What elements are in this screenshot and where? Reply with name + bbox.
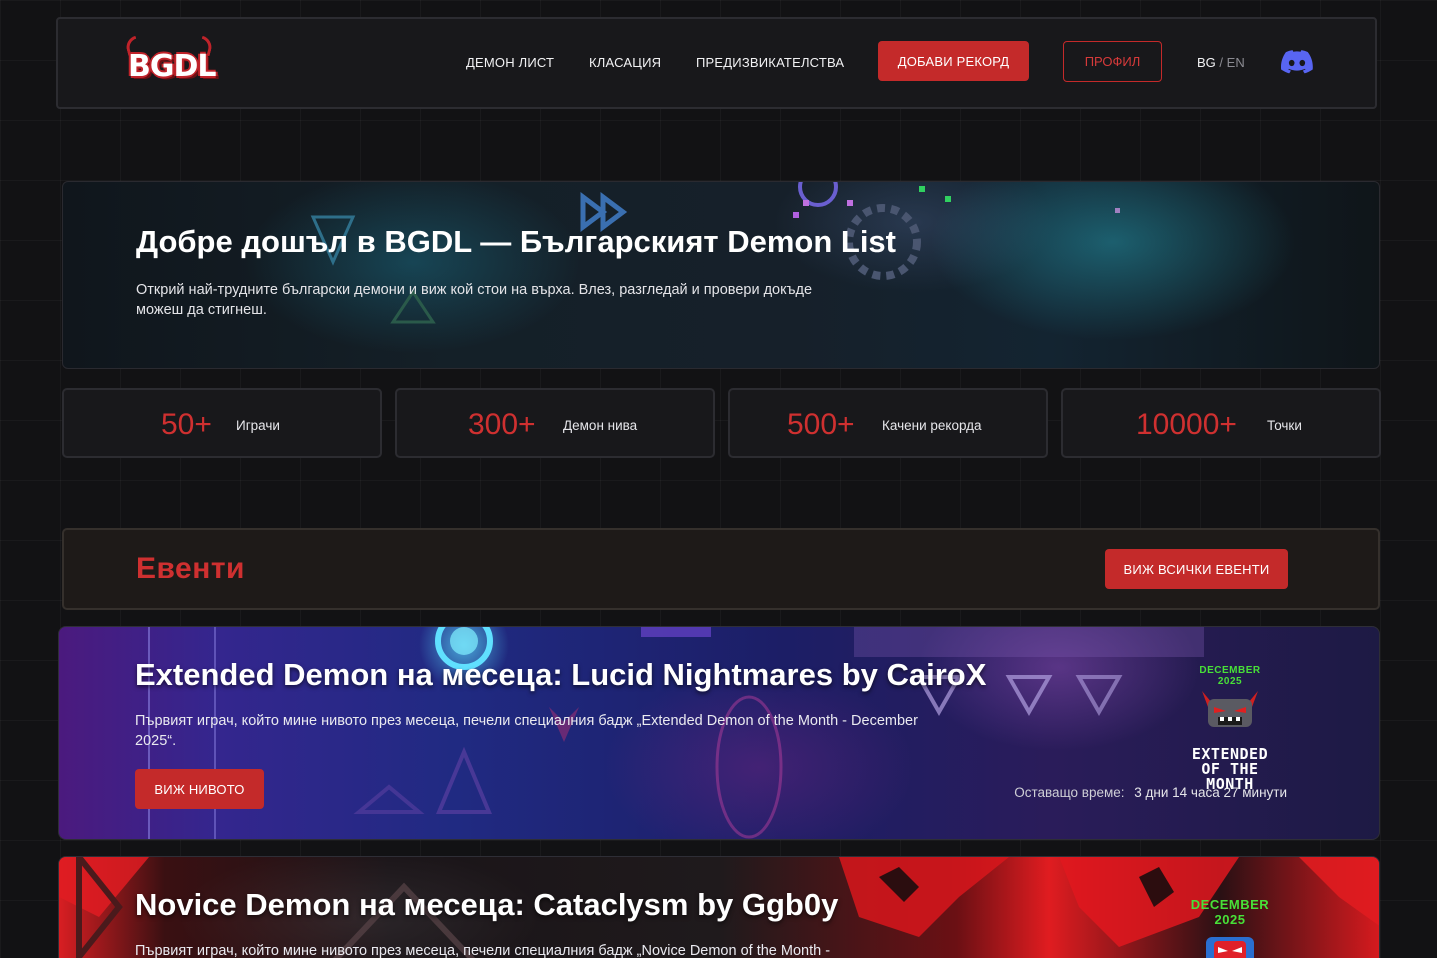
stat-label: Качени рекорда xyxy=(882,418,982,433)
stat-card-demon-levels: 300+ Демон нива xyxy=(395,388,715,458)
extended-demon-badge: DECEMBER 2025 EXTENDED OF THE MONTH xyxy=(1174,665,1286,792)
events-header: Евенти ВИЖ ВСИЧКИ ЕВЕНТИ xyxy=(62,528,1380,610)
nav-link-challenges[interactable]: ПРЕДИЗВИКАТЕЛСТВА xyxy=(696,55,844,70)
stat-label: Играчи xyxy=(236,418,280,433)
bgdl-logo[interactable]: BGDL xyxy=(123,35,218,89)
demon-face-icon xyxy=(1198,689,1262,745)
event-title: Extended Demon на месеца: Lucid Nightmar… xyxy=(135,657,987,692)
hero-title: Добре дошъл в BGDL — Българският Demon L… xyxy=(136,224,896,259)
hero-background-art xyxy=(310,182,1120,324)
profile-button[interactable]: ПРОФИЛ xyxy=(1063,41,1162,82)
stat-value: 500+ xyxy=(787,408,855,441)
stat-label: Демон нива xyxy=(563,418,638,433)
view-level-button[interactable]: ВИЖ НИВОТО xyxy=(135,769,264,809)
remaining-time-value: 3 дни 14 часа 27 минути xyxy=(1134,785,1287,800)
remaining-time-label: Оставащо време: xyxy=(1014,785,1125,800)
lang-separator: / xyxy=(1219,55,1224,70)
stat-card-players: 50+ Играчи xyxy=(62,388,382,458)
events-title: Евенти xyxy=(136,552,245,585)
stat-card-records: 500+ Качени рекорда xyxy=(728,388,1048,458)
lang-en-option[interactable]: EN xyxy=(1227,55,1245,70)
nav-link-ranking[interactable]: КЛАСАЦИЯ xyxy=(589,55,661,70)
badge-month: DECEMBER 2025 xyxy=(1199,665,1261,687)
view-all-events-button[interactable]: ВИЖ ВСИЧКИ ЕВЕНТИ xyxy=(1105,549,1288,589)
demon-face-icon xyxy=(1198,929,1262,958)
novice-demon-badge: DECEMBER 2025 xyxy=(1174,897,1286,958)
remaining-time: Оставащо време: 3 дни 14 часа 27 минути xyxy=(1014,785,1287,800)
hero-subtitle: Открий най-трудните български демони и в… xyxy=(136,282,813,318)
event-title: Novice Demon на месеца: Cataclysm by Ggb… xyxy=(135,887,839,922)
nav-link-demon-list[interactable]: ДЕМОН ЛИСТ xyxy=(466,55,554,70)
event-description: Първият играч, който мине нивото през ме… xyxy=(135,943,831,958)
stat-value: 300+ xyxy=(468,408,536,441)
event-card-extended-demon: Extended Demon на месеца: Lucid Nightmar… xyxy=(58,626,1380,840)
hero-banner: Добре дошъл в BGDL — Българският Demon L… xyxy=(62,181,1380,369)
badge-month: DECEMBER 2025 xyxy=(1190,897,1270,927)
stat-label: Точки xyxy=(1267,418,1302,433)
event-card-novice-demon: Novice Demon на месеца: Cataclysm by Ggb… xyxy=(58,856,1380,958)
add-record-button[interactable]: ДОБАВИ РЕКОРД xyxy=(878,41,1029,81)
lang-bg-option[interactable]: BG xyxy=(1197,55,1216,70)
stat-value: 10000+ xyxy=(1136,408,1237,441)
stat-card-points: 10000+ Точки xyxy=(1061,388,1381,458)
stat-value: 50+ xyxy=(161,408,212,441)
language-switcher: BG / EN xyxy=(1197,55,1245,70)
discord-icon[interactable] xyxy=(1280,50,1313,74)
logo-text: BGDL xyxy=(128,49,217,84)
event-description: Първият играч, който мине нивото през ме… xyxy=(135,713,918,749)
top-navbar: BGDL ДЕМОН ЛИСТ КЛАСАЦИЯ ПРЕДИЗВИКАТЕЛСТ… xyxy=(56,17,1377,109)
